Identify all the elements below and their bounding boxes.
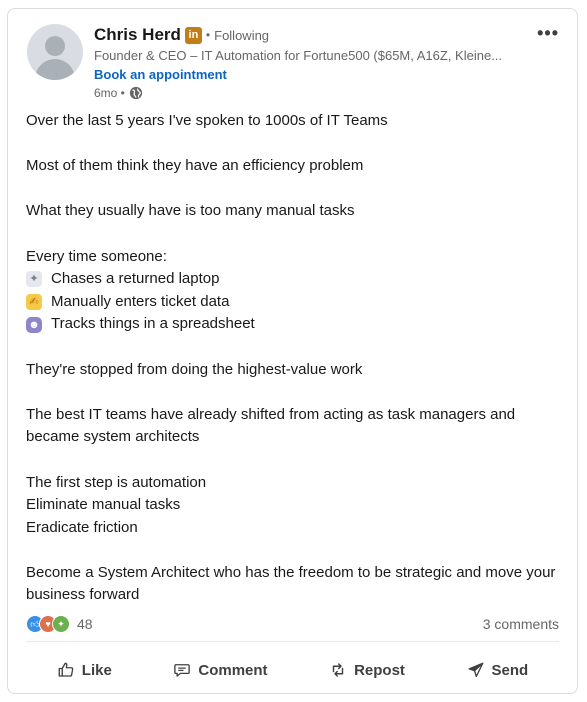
- comment-icon: [174, 664, 191, 677]
- linkedin-premium-icon: in: [184, 26, 202, 44]
- list-item-text: Manually enters ticket data: [51, 292, 230, 310]
- list-item: ☻ Tracks things in a spreadsheet: [26, 313, 561, 336]
- follow-status[interactable]: Following: [214, 28, 269, 43]
- post-age: 6mo •: [94, 86, 125, 100]
- author-headline: Founder & CEO – IT Automation for Fortun…: [94, 48, 503, 63]
- comments-count[interactable]: 3 comments: [483, 616, 559, 632]
- reaction-count[interactable]: 48: [77, 616, 93, 632]
- post-paragraph: Over the last 5 years I've spoken to 100…: [26, 112, 388, 129]
- robot-icon: ☻: [26, 316, 42, 333]
- post-paragraph: Eliminate manual tasks: [26, 496, 181, 514]
- thumbs-up-icon: [58, 662, 74, 677]
- list-item-text: Tracks things in a spreadsheet: [51, 315, 255, 333]
- author-name-row: Chris Herd in • Following: [94, 25, 269, 45]
- send-label: Send: [491, 661, 529, 679]
- post-paragraph: Become a System Architect who has the fr…: [26, 563, 556, 604]
- post-paragraph: The best IT teams have already shifted f…: [26, 405, 516, 446]
- comment-label: Comment: [198, 661, 268, 679]
- globe-icon: [129, 86, 143, 100]
- separator-dot: •: [205, 28, 211, 42]
- post-paragraph: Eradicate friction: [26, 518, 138, 536]
- celebrate-icon: ✦: [52, 615, 70, 633]
- list-item: ✦ Chases a returned laptop: [26, 268, 561, 291]
- post-paragraph: What they usually have is too many manua…: [26, 202, 355, 220]
- author-name[interactable]: Chris Herd: [94, 25, 181, 45]
- writing-hand-icon: ✍: [26, 294, 42, 311]
- repost-label: Repost: [354, 661, 405, 679]
- social-counts: 👍︎ ♥ ✦ 48 3 comments: [26, 613, 559, 635]
- list-item: ✍ Manually enters ticket data: [26, 291, 561, 314]
- list-item-text: Chases a returned laptop: [51, 270, 220, 288]
- more-options-icon[interactable]: •••: [537, 23, 559, 44]
- avatar-head-shape: [45, 36, 65, 56]
- post-paragraph: Every time someone:: [26, 247, 167, 265]
- post-meta: 6mo •: [94, 86, 143, 100]
- post-card: Chris Herd in • Following Founder & CEO …: [7, 8, 578, 694]
- action-bar: Like Comment Repost Send: [26, 655, 559, 685]
- like-label: Like: [81, 661, 112, 679]
- divider: [26, 641, 559, 642]
- repost-icon: [332, 663, 344, 677]
- repost-button[interactable]: Repost: [321, 657, 413, 683]
- send-button[interactable]: Send: [459, 657, 537, 683]
- book-appointment-link[interactable]: Book an appointment: [94, 67, 227, 82]
- reactions-summary[interactable]: 👍︎ ♥ ✦ 48: [26, 615, 93, 633]
- post-paragraph: The first step is automation: [26, 473, 207, 491]
- post-paragraph: Most of them think they have an efficien…: [26, 157, 364, 175]
- avatar-body-shape: [35, 59, 75, 80]
- post-paragraph: They're stopped from doing the highest-v…: [26, 360, 363, 378]
- post-body: Over the last 5 years I've spoken to 100…: [26, 110, 561, 607]
- send-icon: [468, 662, 483, 678]
- comment-button[interactable]: Comment: [165, 657, 275, 683]
- avatar[interactable]: [27, 24, 83, 80]
- like-button[interactable]: Like: [49, 657, 120, 683]
- laptop-icon: ✦: [26, 271, 42, 288]
